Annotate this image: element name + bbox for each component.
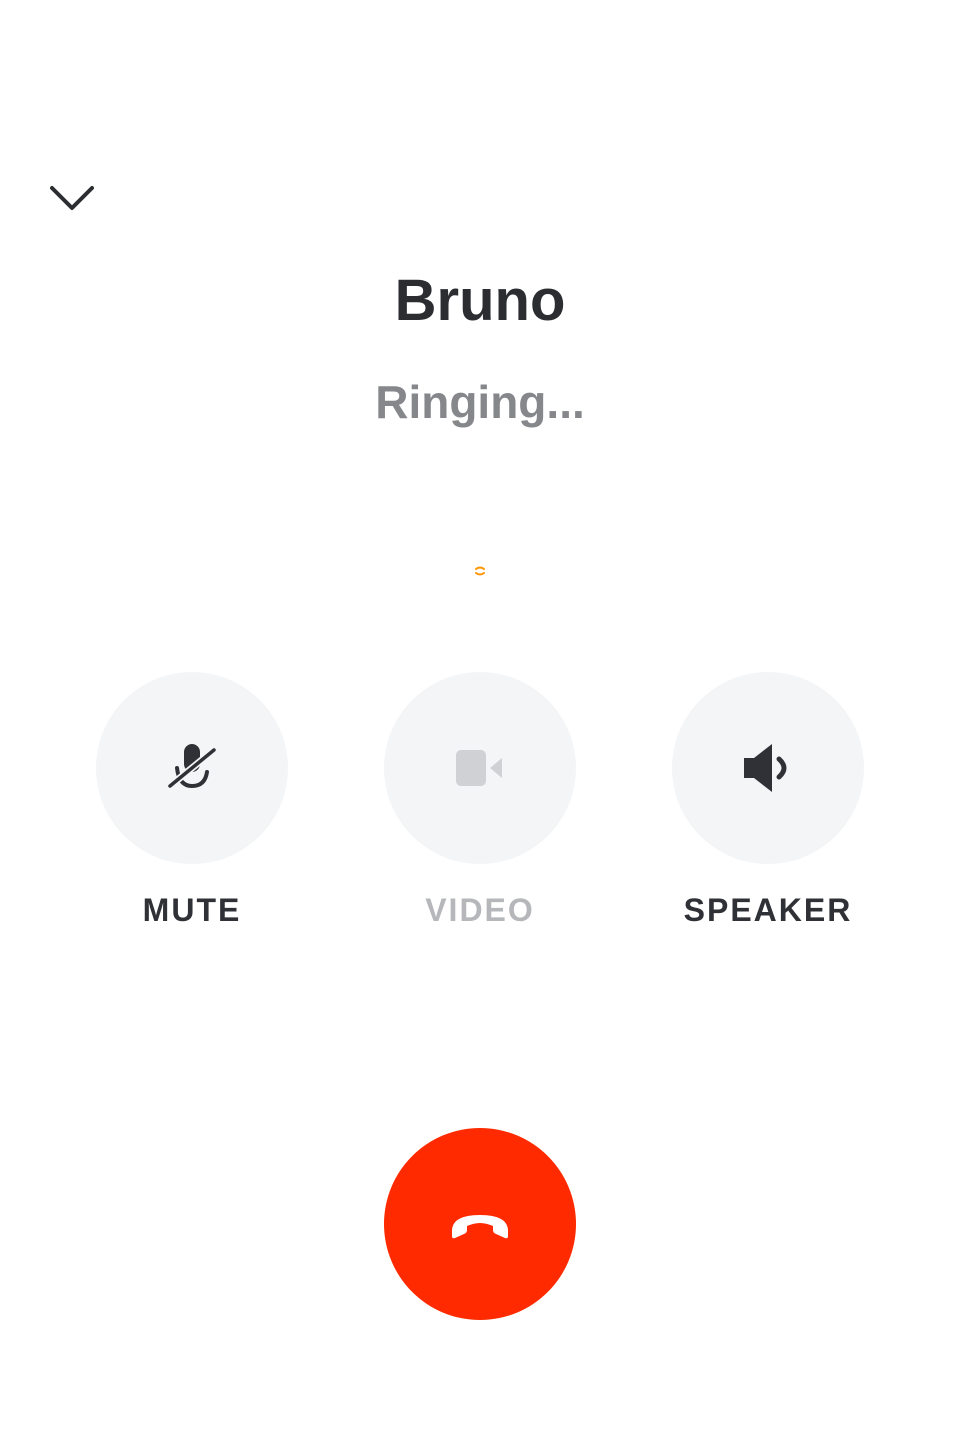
speaker-button[interactable]: SPEAKER (672, 672, 864, 930)
video-button[interactable]: VIDEO (384, 672, 576, 930)
mute-button[interactable]: MUTE (96, 672, 288, 930)
video-camera-icon (456, 750, 502, 786)
mute-button-circle[interactable] (96, 672, 288, 864)
end-call-button[interactable] (384, 1128, 576, 1320)
speaker-icon (744, 744, 787, 792)
speaker-button-circle[interactable] (672, 672, 864, 864)
collapse-button[interactable] (40, 170, 104, 226)
speaker-label: SPEAKER (683, 892, 853, 928)
call-status: Ringing... (375, 376, 585, 428)
phone-hangup-icon (452, 1215, 508, 1239)
video-label: VIDEO (425, 892, 535, 928)
ringing-indicator-icon (475, 566, 485, 576)
chevron-down-icon (50, 186, 94, 210)
microphone-off-icon (166, 744, 218, 790)
contact-name: Bruno (394, 268, 566, 333)
video-button-circle[interactable] (384, 672, 576, 864)
mute-label: MUTE (142, 892, 242, 928)
